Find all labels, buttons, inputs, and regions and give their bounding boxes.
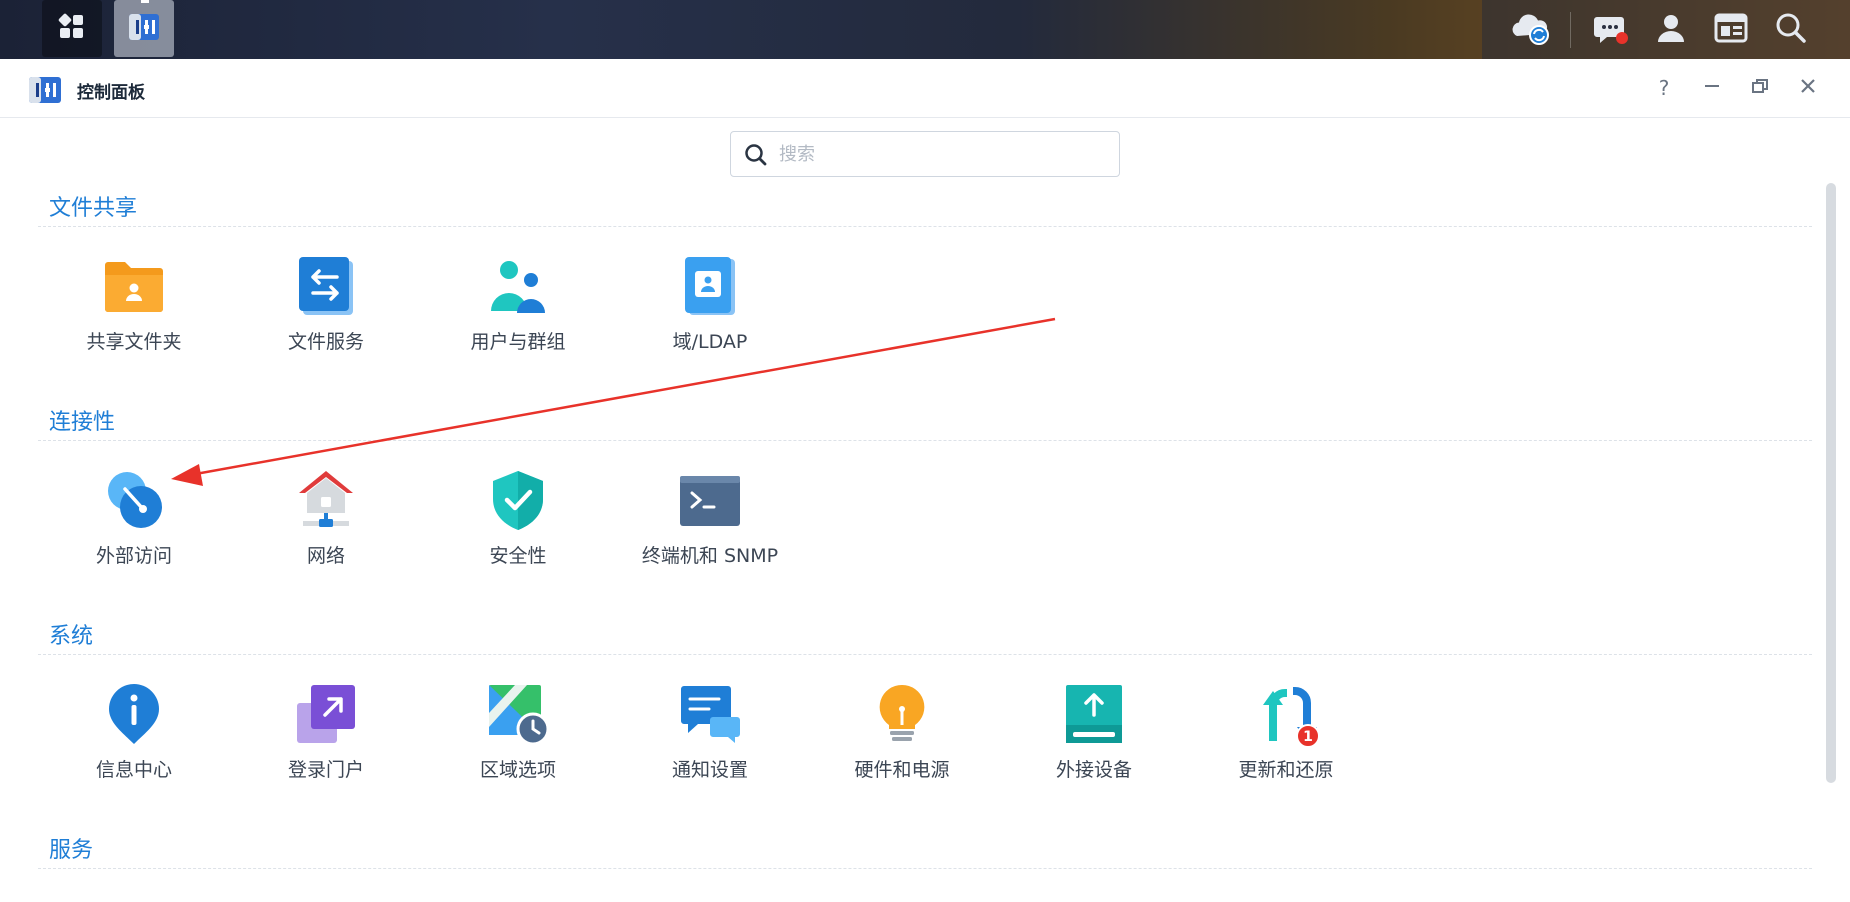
file-services-icon xyxy=(295,255,357,317)
item-external-devices[interactable]: 外接设备 xyxy=(1006,683,1182,793)
restore-icon xyxy=(1751,76,1769,100)
notification-icon xyxy=(679,683,741,745)
update-badge-count: 1 xyxy=(1303,729,1313,745)
main-menu-button[interactable] xyxy=(42,0,102,57)
section-title-services: 服务 xyxy=(49,838,94,863)
item-label: 硬件和电源 xyxy=(854,759,950,781)
cloud-sync-icon xyxy=(1509,10,1551,50)
taskbar xyxy=(0,0,1850,59)
section-divider xyxy=(38,868,1812,869)
minimize-button[interactable] xyxy=(1697,73,1727,103)
item-label: 信息中心 xyxy=(95,759,172,781)
user-icon xyxy=(1655,12,1687,48)
item-file-services[interactable]: 文件服务 xyxy=(238,255,414,365)
control-panel-app-icon xyxy=(28,75,62,109)
item-hardware-power[interactable]: 硬件和电源 xyxy=(814,683,990,793)
item-label: 终端机和 SNMP xyxy=(641,545,779,567)
external-devices-icon xyxy=(1063,683,1125,745)
widgets-icon xyxy=(1714,13,1748,47)
window-titlebar: 控制面板 ? xyxy=(0,59,1850,118)
item-label: 登录门户 xyxy=(287,759,364,781)
taskbar-tray xyxy=(1482,0,1850,59)
regional-options-icon xyxy=(487,683,550,746)
close-icon xyxy=(1799,76,1817,100)
window-title: 控制面板 xyxy=(77,83,145,103)
search-icon xyxy=(1775,12,1807,48)
chat-bubble-icon xyxy=(1593,11,1629,49)
search-box[interactable] xyxy=(730,131,1120,177)
user-group-icon xyxy=(487,255,549,317)
item-label: 通知设置 xyxy=(671,759,748,781)
item-info-center[interactable]: 信息中心 xyxy=(46,683,222,793)
login-portal-icon xyxy=(295,683,357,745)
control-panel-icon xyxy=(127,10,161,48)
item-shared-folder[interactable]: 共享文件夹 xyxy=(46,255,222,365)
section-title-connectivity: 连接性 xyxy=(49,410,116,435)
item-user-group[interactable]: 用户与群组 xyxy=(430,255,606,365)
vertical-scrollbar[interactable] xyxy=(1826,183,1836,783)
help-icon: ? xyxy=(1658,76,1670,100)
user-button[interactable] xyxy=(1641,0,1701,59)
item-label: 外部访问 xyxy=(95,545,172,567)
item-label: 共享文件夹 xyxy=(86,331,182,353)
item-regional-options[interactable]: 区域选项 xyxy=(430,683,606,793)
item-notification[interactable]: 通知设置 xyxy=(622,683,798,793)
network-icon xyxy=(295,469,357,531)
cloud-sync-button[interactable] xyxy=(1500,0,1560,59)
domain-ldap-icon xyxy=(679,255,741,317)
services-icons-partial xyxy=(0,894,1850,902)
section-title-file-sharing: 文件共享 xyxy=(49,196,138,221)
update-restore-icon: 1 xyxy=(1255,683,1320,748)
grid-icon xyxy=(58,13,86,45)
taskbar-control-panel-button[interactable] xyxy=(114,0,174,57)
item-label: 文件服务 xyxy=(287,331,364,353)
terminal-icon xyxy=(679,469,741,531)
shared-folder-icon xyxy=(103,255,165,317)
item-label: 区域选项 xyxy=(479,759,556,781)
search-icon xyxy=(744,143,768,171)
item-label: 域/LDAP xyxy=(672,331,748,353)
item-domain-ldap[interactable]: 域/LDAP xyxy=(622,255,798,365)
section-title-system: 系统 xyxy=(49,624,94,649)
search-input[interactable] xyxy=(779,140,1099,168)
item-label: 外接设备 xyxy=(1055,759,1132,781)
restore-button[interactable] xyxy=(1745,73,1775,103)
control-panel-window: 控制面板 ? 搜索 文件共享 共享文件夹 文件服务 用户与群组 域/LDAP 连… xyxy=(0,59,1850,902)
item-label: 更新和还原 xyxy=(1238,759,1334,781)
item-network[interactable]: 网络 xyxy=(238,469,414,579)
close-button[interactable] xyxy=(1793,73,1823,103)
info-center-icon xyxy=(103,683,165,745)
section-divider xyxy=(38,654,1812,655)
help-button[interactable]: ? xyxy=(1649,73,1679,103)
security-shield-icon xyxy=(487,469,549,531)
tray-separator xyxy=(1570,11,1571,48)
section-divider xyxy=(38,226,1812,227)
item-update-restore[interactable]: 1 更新和还原 xyxy=(1198,683,1374,793)
minimize-icon xyxy=(1703,76,1721,100)
section-divider xyxy=(38,440,1812,441)
item-external-access[interactable]: 外部访问 xyxy=(46,469,222,579)
item-security[interactable]: 安全性 xyxy=(430,469,606,579)
item-label: 用户与群组 xyxy=(470,331,566,353)
item-terminal-snmp[interactable]: 终端机和 SNMP xyxy=(622,469,798,579)
global-search-button[interactable] xyxy=(1761,0,1821,59)
taskbar-left xyxy=(18,0,186,59)
messages-button[interactable] xyxy=(1581,0,1641,59)
hardware-power-icon xyxy=(871,683,933,745)
item-login-portal[interactable]: 登录门户 xyxy=(238,683,414,793)
item-label: 网络 xyxy=(306,545,345,567)
widgets-button[interactable] xyxy=(1701,0,1761,59)
item-label: 安全性 xyxy=(489,545,547,567)
external-access-icon xyxy=(103,469,165,531)
